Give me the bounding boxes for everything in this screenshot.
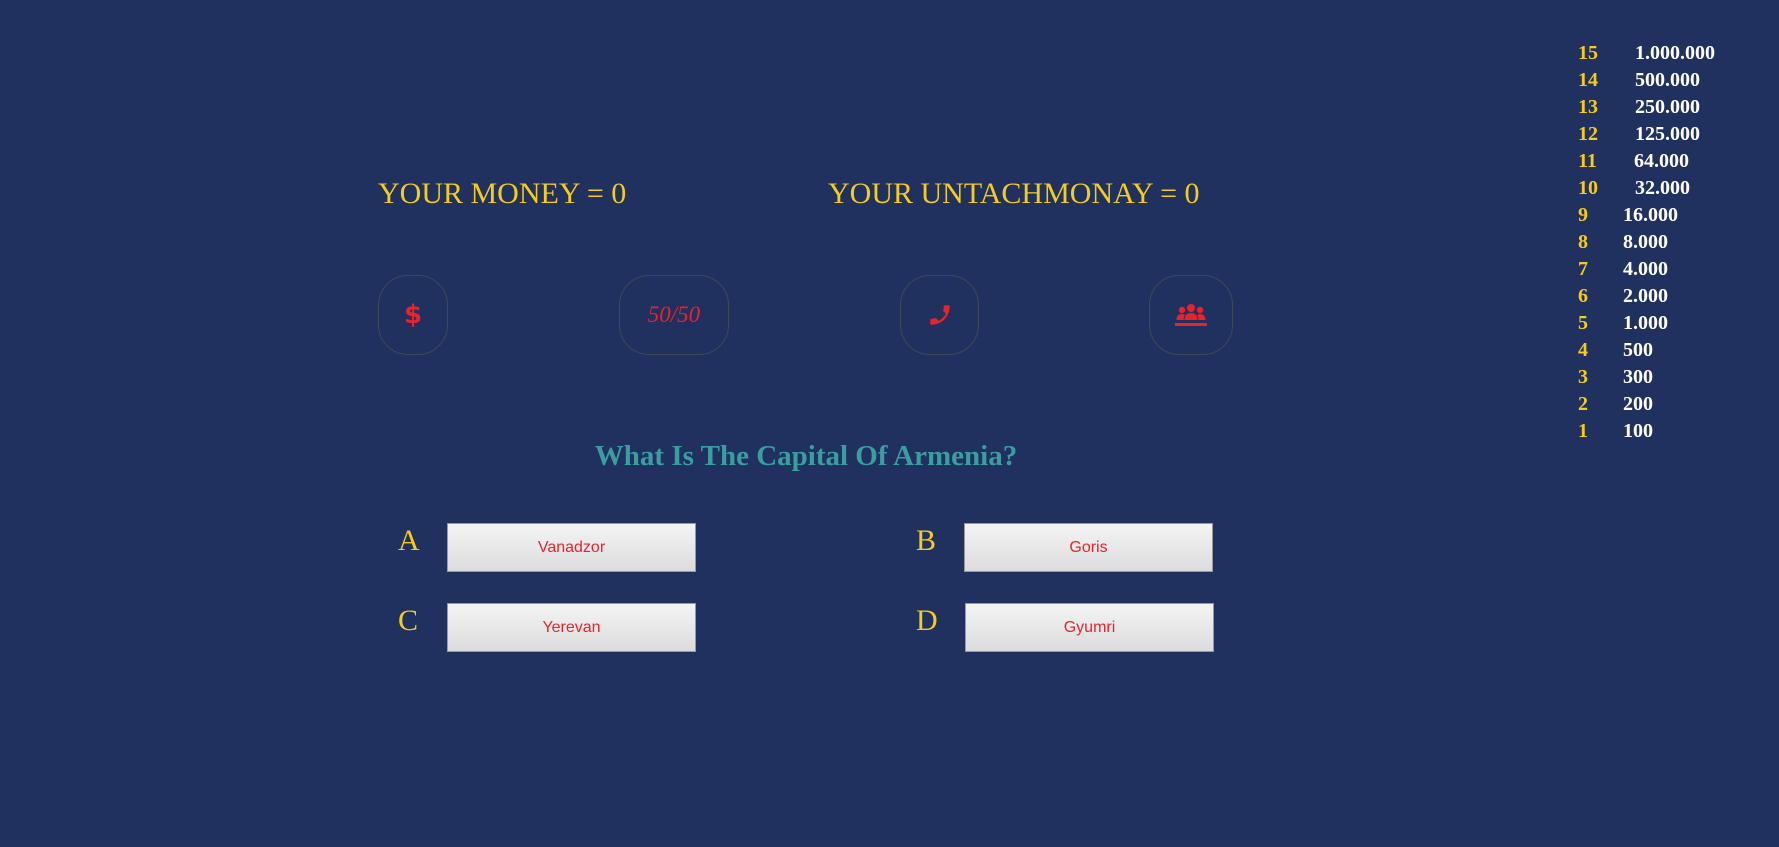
prize-level-number: 8: [1578, 231, 1588, 253]
question-text: What Is The Capital Of Armenia?: [594, 440, 1018, 472]
prize-ladder-row: 8 8.000: [1578, 229, 1758, 256]
option-a-letter: A: [398, 524, 420, 557]
phone-a-friend-button[interactable]: [900, 275, 979, 355]
users-icon: [1175, 304, 1207, 326]
prize-level-number: 14: [1578, 69, 1598, 91]
prize-ladder-row: 4 500: [1578, 337, 1758, 364]
prize-level-number: 6: [1578, 285, 1588, 307]
prize-amount: 4.000: [1623, 258, 1668, 280]
prize-level-number: 4: [1578, 339, 1588, 361]
prize-ladder-row: 6 2.000: [1578, 283, 1758, 310]
prize-amount: 200: [1623, 393, 1653, 415]
prize-ladder: 15 1.000.000 14 500.000 13 250.000 12 125.00…: [1578, 40, 1758, 445]
prize-amount: 250.000: [1635, 96, 1700, 118]
option-b-button[interactable]: Goris: [964, 523, 1213, 572]
prize-amount: 500.000: [1635, 69, 1700, 91]
prize-level-number: 9: [1578, 204, 1588, 226]
prize-ladder-row: 10 32.000: [1578, 175, 1758, 202]
prize-ladder-row: 5 1.000: [1578, 310, 1758, 337]
prize-amount: 16.000: [1623, 204, 1678, 226]
prize-ladder-row: 11 64.000: [1578, 148, 1758, 175]
prize-amount: 300: [1623, 366, 1653, 388]
prize-ladder-row: 2 200: [1578, 391, 1758, 418]
prize-ladder-row: 13 250.000: [1578, 94, 1758, 121]
prize-amount: 64.000: [1634, 150, 1689, 172]
option-d-button[interactable]: Gyumri: [965, 603, 1214, 652]
your-untachmonay-label: YOUR UNTACHMONAY = 0: [828, 177, 1200, 210]
prize-level-number: 3: [1578, 366, 1588, 388]
dollar-icon: $: [403, 300, 423, 330]
prize-level-number: 15: [1578, 42, 1598, 64]
prize-amount: 8.000: [1623, 231, 1668, 253]
prize-ladder-row: 3 300: [1578, 364, 1758, 391]
prize-level-number: 7: [1578, 258, 1588, 280]
prize-amount: 32.000: [1635, 177, 1690, 199]
prize-amount: 125.000: [1635, 123, 1700, 145]
prize-level-number: 2: [1578, 393, 1588, 415]
prize-amount: 1.000.000: [1635, 42, 1715, 64]
option-c-button[interactable]: Yerevan: [447, 603, 696, 652]
prize-ladder-row: 12 125.000: [1578, 121, 1758, 148]
prize-ladder-row: 7 4.000: [1578, 256, 1758, 283]
prize-ladder-row: 1 100: [1578, 418, 1758, 445]
prize-level-number: 12: [1578, 123, 1598, 145]
prize-level-number: 10: [1578, 177, 1598, 199]
prize-amount: 2.000: [1623, 285, 1668, 307]
money-lifeline-button[interactable]: $: [378, 275, 448, 355]
prize-ladder-row: 9 16.000: [1578, 202, 1758, 229]
prize-level-number: 11: [1578, 150, 1597, 172]
ask-the-audience-button[interactable]: [1149, 275, 1233, 355]
prize-level-number: 5: [1578, 312, 1588, 334]
fifty-fifty-lifeline-button[interactable]: 50/50: [619, 275, 729, 355]
phone-icon: [929, 305, 950, 325]
prize-amount: 500: [1623, 339, 1653, 361]
prize-ladder-row: 14 500.000: [1578, 67, 1758, 94]
prize-amount: 100: [1623, 420, 1653, 442]
prize-amount: 1.000: [1623, 312, 1668, 334]
option-a-button[interactable]: Vanadzor: [447, 523, 696, 572]
option-b-letter: B: [916, 524, 937, 557]
prize-level-number: 13: [1578, 96, 1598, 118]
option-c-letter: C: [398, 604, 419, 637]
prize-level-number: 1: [1578, 420, 1588, 442]
option-d-letter: D: [916, 604, 938, 637]
your-money-label: YOUR MONEY = 0: [378, 177, 627, 210]
fifty-fifty-label: 50/50: [647, 302, 701, 327]
prize-ladder-row: 15 1.000.000: [1578, 40, 1758, 67]
